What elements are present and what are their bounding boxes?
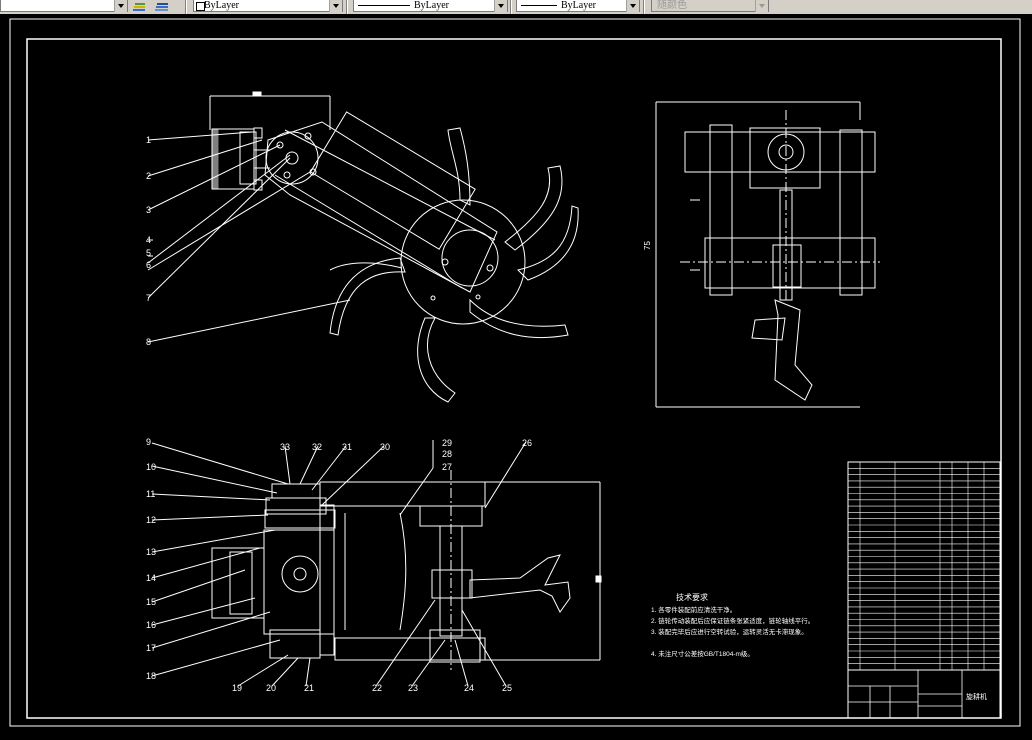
leader-label: 6 bbox=[146, 260, 151, 270]
leader-label: 8 bbox=[146, 337, 151, 347]
leader-label: 9 bbox=[146, 437, 151, 447]
tech-req-line: 4. 未注尺寸公差按GB/T1804-m级。 bbox=[651, 649, 754, 658]
layer-combo[interactable] bbox=[0, 0, 128, 12]
leader-label: 1 bbox=[146, 135, 151, 145]
tech-req-line: 3. 装配完毕后应进行空转试验，运转灵活无卡滞现象。 bbox=[651, 627, 808, 636]
leader-label: 19 bbox=[232, 683, 242, 693]
dropdown-arrow-icon[interactable] bbox=[755, 0, 768, 12]
layer-previous-icon[interactable] bbox=[132, 0, 148, 12]
leader-label: 26 bbox=[522, 438, 532, 448]
leader-label: 2 bbox=[146, 171, 151, 181]
tech-req-line: 2. 链轮传动装配后应保证链条张紧适度，链轮轴线平行。 bbox=[651, 616, 814, 625]
dropdown-arrow-icon[interactable] bbox=[626, 0, 639, 12]
tech-req-line: 1. 各零件装配前应清洗干净。 bbox=[651, 605, 736, 614]
color-combo[interactable]: ByLayer bbox=[193, 0, 343, 12]
dropdown-arrow-icon[interactable] bbox=[114, 0, 127, 12]
lineweight-sample-icon bbox=[521, 5, 557, 6]
leader-label: 24 bbox=[464, 683, 474, 693]
plotstyle-combo[interactable]: 随颜色 bbox=[651, 0, 769, 12]
leader-label: 16 bbox=[146, 620, 156, 630]
side-dimension: 75 bbox=[643, 241, 652, 250]
color-swatch-icon bbox=[196, 2, 205, 11]
leader-label: 28 bbox=[442, 449, 452, 459]
leader-label: 14 bbox=[146, 573, 156, 583]
leader-label: 20 bbox=[266, 683, 276, 693]
toolbar-separator bbox=[346, 0, 348, 14]
toolbar-separator bbox=[510, 0, 512, 14]
leader-label: 15 bbox=[146, 597, 156, 607]
leader-label: 5 bbox=[146, 248, 151, 258]
leader-label: 13 bbox=[146, 547, 156, 557]
leader-label: 11 bbox=[146, 489, 155, 499]
leader-label: 27 bbox=[442, 462, 452, 472]
plotstyle-combo-value: 随颜色 bbox=[657, 0, 687, 11]
leader-label: 18 bbox=[146, 671, 156, 681]
drawing-canvas[interactable]: 1 2 3 4 5 6 7 8 75 9 10 11 12 13 14 15 1… bbox=[0, 14, 1032, 740]
leader-label: 17 bbox=[146, 643, 156, 653]
linetype-combo[interactable]: ByLayer bbox=[353, 0, 508, 12]
leader-label: 12 bbox=[146, 515, 156, 525]
leader-label: 10 bbox=[146, 462, 156, 472]
layer-states-icon[interactable] bbox=[154, 0, 172, 12]
leader-label: 31 bbox=[342, 442, 352, 452]
dropdown-arrow-icon[interactable] bbox=[494, 0, 507, 12]
lineweight-combo-value: ByLayer bbox=[561, 0, 596, 11]
color-combo-value: ByLayer bbox=[204, 0, 239, 11]
leader-label: 33 bbox=[280, 442, 290, 452]
cad-drawing: 1 2 3 4 5 6 7 8 75 9 10 11 12 13 14 15 1… bbox=[0, 14, 1032, 740]
linetype-sample-icon bbox=[358, 5, 410, 6]
leader-label: 25 bbox=[502, 683, 512, 693]
lineweight-combo[interactable]: ByLayer bbox=[516, 0, 640, 12]
leader-label: 23 bbox=[408, 683, 418, 693]
leader-label: 32 bbox=[312, 442, 322, 452]
leader-label: 7 bbox=[146, 293, 151, 303]
toolbar-separator bbox=[185, 0, 187, 14]
leader-label: 30 bbox=[380, 442, 390, 452]
tech-req-title: 技术要求 bbox=[676, 592, 708, 602]
title-block-name: 旋耕机 bbox=[966, 692, 987, 701]
leader-label: 4 bbox=[146, 235, 151, 245]
dropdown-arrow-icon[interactable] bbox=[329, 0, 342, 12]
leader-label: 29 bbox=[442, 438, 452, 448]
leader-label: 22 bbox=[372, 683, 382, 693]
leader-label: 21 bbox=[304, 683, 314, 693]
leader-label: 3 bbox=[146, 205, 151, 215]
properties-toolbar: ByLayer ByLayer ByLayer 随颜色 bbox=[0, 0, 1032, 15]
toolbar-separator bbox=[643, 0, 645, 14]
linetype-combo-value: ByLayer bbox=[414, 0, 449, 11]
